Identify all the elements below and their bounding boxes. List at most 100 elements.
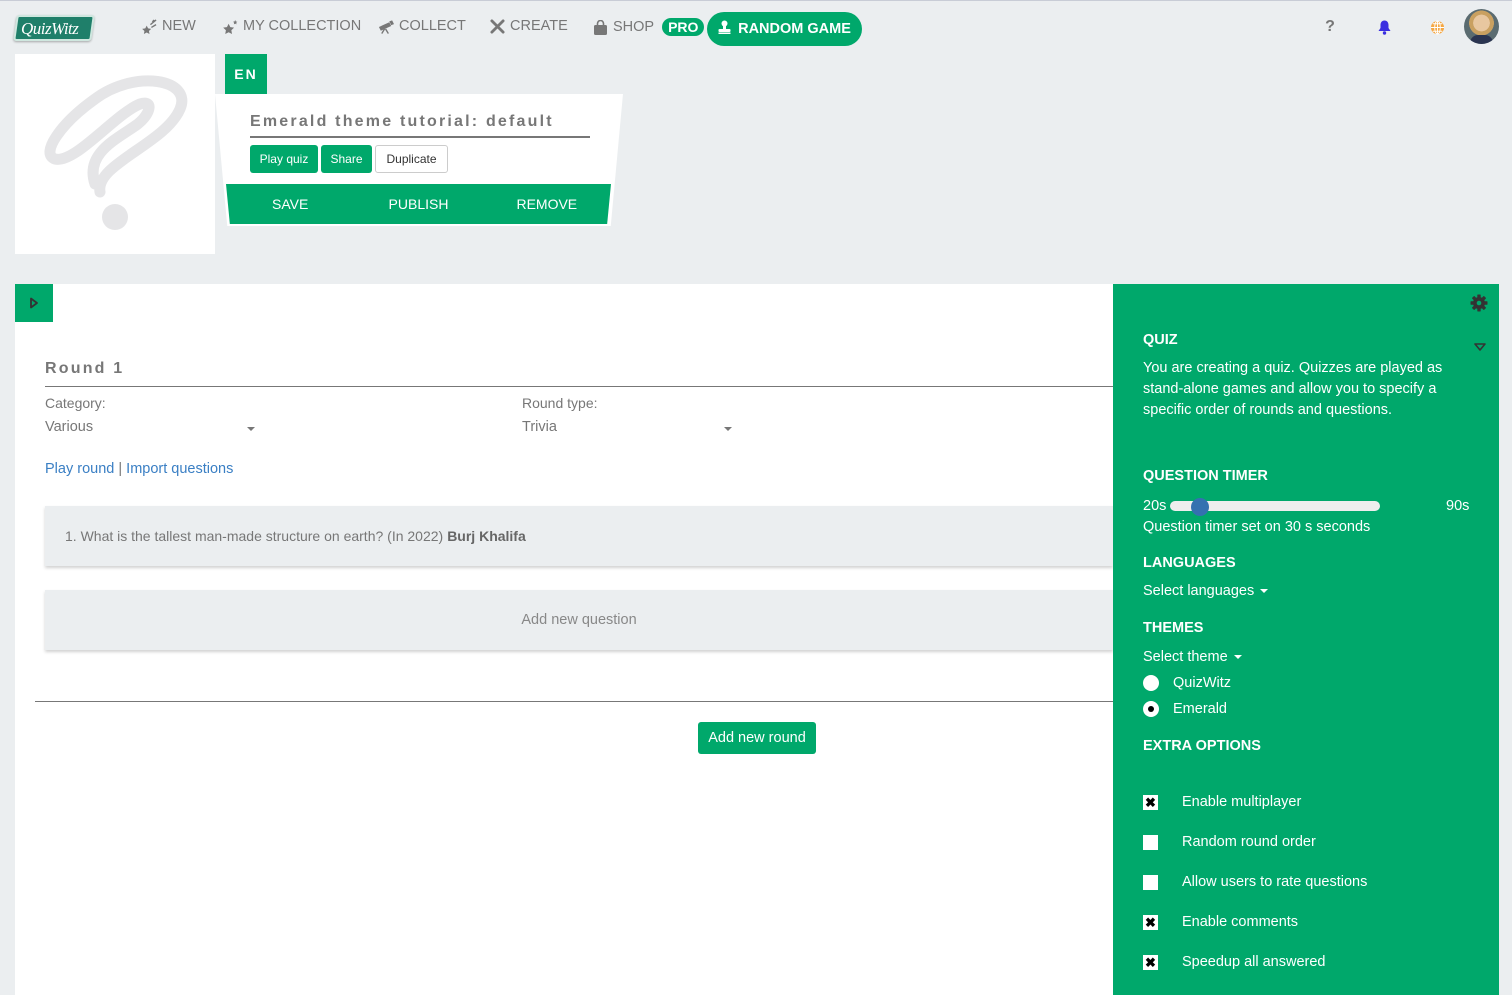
category-select[interactable]: Various bbox=[45, 419, 255, 439]
round-type-select[interactable]: Trivia bbox=[522, 419, 732, 439]
option-random-round-order[interactable]: Random round order bbox=[1143, 834, 1316, 850]
top-navbar: QuizWitz NEW MY COLLECTION COLLECT CREAT… bbox=[0, 1, 1512, 55]
option-allow-rating[interactable]: Allow users to rate questions bbox=[1143, 874, 1367, 890]
collapse-triangle-icon[interactable] bbox=[1474, 338, 1486, 351]
radio-button[interactable] bbox=[1143, 675, 1159, 691]
option-enable-multiplayer[interactable]: ✖ Enable multiplayer bbox=[1143, 794, 1301, 810]
checkbox[interactable] bbox=[1143, 834, 1158, 850]
publish-button[interactable]: PUBLISH bbox=[354, 184, 482, 224]
random-game-button[interactable]: RANDOM GAME bbox=[707, 12, 862, 46]
play-round-link[interactable]: Play round bbox=[45, 461, 114, 477]
caret-down-icon bbox=[724, 427, 732, 431]
shooting-star-icon bbox=[141, 18, 157, 34]
language-tab-en[interactable]: EN bbox=[225, 54, 267, 94]
nav-label: MY COLLECTION bbox=[243, 18, 362, 34]
stars-icon bbox=[222, 18, 238, 34]
option-label: Allow users to rate questions bbox=[1182, 874, 1368, 890]
quiz-title-input[interactable] bbox=[250, 108, 590, 138]
user-avatar[interactable] bbox=[1464, 9, 1499, 44]
quiz-description: You are creating a quiz. Quizzes are pla… bbox=[1143, 360, 1443, 418]
nav-item-collect[interactable]: COLLECT bbox=[378, 18, 466, 34]
round-type-label: Round type: bbox=[522, 395, 598, 411]
telescope-icon bbox=[378, 18, 394, 34]
checkbox[interactable]: ✖ bbox=[1143, 794, 1158, 810]
remove-button[interactable]: REMOVE bbox=[483, 184, 611, 224]
nav-item-shop[interactable]: SHOP PRO bbox=[592, 18, 705, 36]
gear-icon[interactable] bbox=[1470, 294, 1488, 312]
timer-note: Question timer set on 30 s seconds bbox=[1143, 519, 1371, 535]
import-questions-link[interactable]: Import questions bbox=[126, 461, 233, 477]
checkbox[interactable]: ✖ bbox=[1143, 954, 1158, 970]
quiz-settings-panel: QUIZ You are creating a quiz. Quizzes ar… bbox=[1113, 284, 1499, 995]
themes-dropdown[interactable]: Select theme bbox=[1143, 649, 1242, 665]
round-type-value: Trivia bbox=[522, 419, 557, 435]
radio-selected-dot bbox=[1148, 706, 1154, 712]
caret-down-icon bbox=[1233, 655, 1242, 659]
caret-down-icon bbox=[247, 427, 255, 431]
nav-item-create[interactable]: CREATE bbox=[489, 18, 568, 34]
theme-option-emerald[interactable]: Emerald bbox=[1143, 701, 1227, 717]
nav-label: NEW bbox=[162, 18, 196, 34]
play-triangle-icon bbox=[30, 297, 38, 309]
option-label: Enable comments bbox=[1182, 914, 1299, 930]
languages-dropdown[interactable]: Select languages bbox=[1143, 583, 1269, 599]
quiz-heading: QUIZ bbox=[1143, 332, 1178, 348]
toggle-sidebar-button[interactable] bbox=[15, 284, 53, 322]
languages-heading: LANGUAGES bbox=[1143, 555, 1236, 571]
globe-icon[interactable] bbox=[1427, 17, 1447, 37]
radio-button[interactable] bbox=[1143, 701, 1159, 717]
add-question-button[interactable]: Add new question bbox=[45, 590, 1113, 650]
help-icon[interactable]: ? bbox=[1320, 17, 1340, 37]
question-timer-heading: QUESTION TIMER bbox=[1143, 468, 1268, 484]
round-links: Play round | Import questions bbox=[45, 461, 233, 477]
duplicate-button[interactable]: Duplicate bbox=[375, 145, 448, 173]
play-quiz-button[interactable]: Play quiz bbox=[250, 145, 318, 173]
question-answer: Burj Khalifa bbox=[447, 528, 526, 544]
checkbox[interactable]: ✖ bbox=[1143, 914, 1158, 930]
nav-item-my-collection[interactable]: MY COLLECTION bbox=[222, 18, 361, 34]
bell-icon[interactable] bbox=[1374, 17, 1394, 37]
round-separator bbox=[35, 701, 1113, 702]
add-round-button[interactable]: Add new round bbox=[698, 722, 816, 754]
save-button[interactable]: SAVE bbox=[226, 184, 354, 224]
slider-thumb[interactable] bbox=[1191, 498, 1209, 516]
pro-badge: PRO bbox=[662, 18, 705, 36]
quiz-thumbnail[interactable] bbox=[15, 54, 215, 254]
logo-text: QuizWitz bbox=[21, 19, 79, 38]
quiz-actions-bar: SAVE PUBLISH REMOVE bbox=[226, 184, 611, 224]
themes-heading: THEMES bbox=[1143, 620, 1204, 636]
option-speedup-all-answered[interactable]: ✖ Speedup all answered bbox=[1143, 954, 1326, 970]
timer-min-label: 20s bbox=[1143, 498, 1167, 514]
checkbox[interactable] bbox=[1143, 874, 1158, 890]
link-separator: | bbox=[118, 461, 123, 477]
round-title-underline bbox=[45, 386, 1113, 387]
option-label: Random round order bbox=[1182, 834, 1316, 850]
nav-item-new[interactable]: NEW bbox=[141, 18, 196, 34]
round-title[interactable]: Round 1 bbox=[45, 360, 124, 378]
avatar-shirt bbox=[1470, 35, 1493, 44]
themes-dropdown-label: Select theme bbox=[1143, 649, 1228, 665]
languages-dropdown-label: Select languages bbox=[1143, 583, 1255, 599]
option-label: Speedup all answered bbox=[1182, 954, 1326, 970]
timer-max-label: 90s bbox=[1446, 498, 1470, 514]
tools-icon bbox=[489, 18, 505, 34]
option-enable-comments[interactable]: ✖ Enable comments bbox=[1143, 914, 1298, 930]
nav-label: COLLECT bbox=[399, 18, 466, 34]
round-editor: Round 1 Category: Various Round type: Tr… bbox=[15, 284, 1113, 995]
category-label: Category: bbox=[45, 395, 106, 411]
random-game-label: RANDOM GAME bbox=[738, 21, 851, 37]
question-item[interactable]: 1. What is the tallest man-made structur… bbox=[45, 506, 1113, 566]
share-button[interactable]: Share bbox=[321, 145, 372, 173]
extra-options-heading: EXTRA OPTIONS bbox=[1143, 738, 1261, 754]
question-text: 1. What is the tallest man-made structur… bbox=[65, 528, 444, 544]
category-value: Various bbox=[45, 419, 94, 435]
nav-label: SHOP bbox=[613, 19, 655, 35]
theme-label: QuizWitz bbox=[1173, 675, 1231, 691]
stamp-icon bbox=[718, 20, 731, 38]
caret-down-icon bbox=[1260, 589, 1269, 593]
quizwitz-logo[interactable]: QuizWitz bbox=[13, 12, 95, 42]
question-timer-slider[interactable] bbox=[1170, 498, 1380, 516]
question-mark-placeholder-icon bbox=[44, 75, 188, 230]
theme-option-quizwitz[interactable]: QuizWitz bbox=[1143, 675, 1231, 691]
nav-label: CREATE bbox=[510, 18, 568, 34]
